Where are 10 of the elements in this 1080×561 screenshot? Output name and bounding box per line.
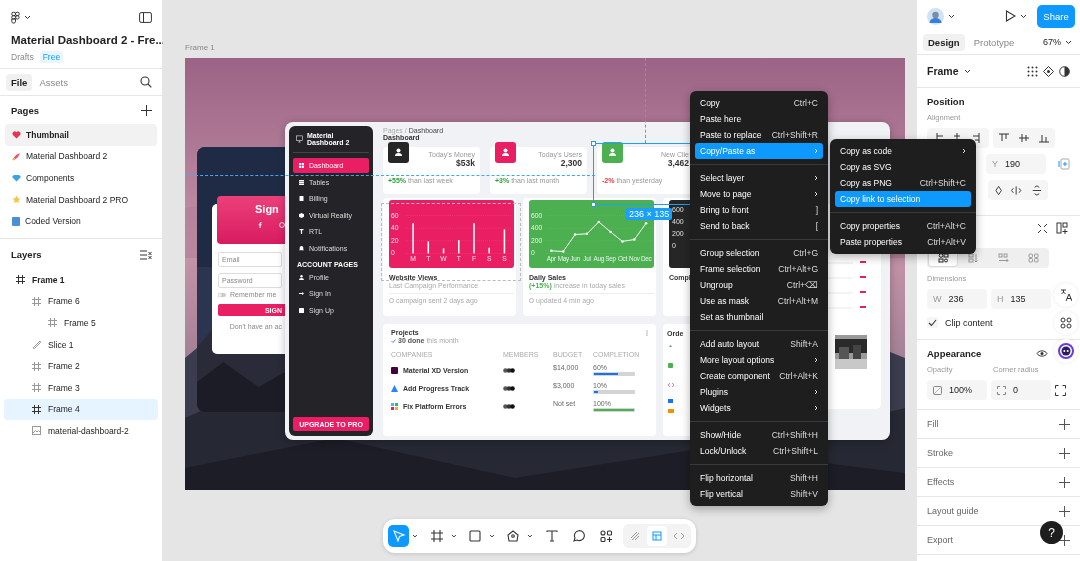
section-heading: Position <box>927 96 966 107</box>
shortcut-label: Ctrl+Shift+C <box>919 178 966 188</box>
shortcut-label: Ctrl+Alt+V <box>927 237 966 247</box>
section-heading: Layers <box>11 249 42 261</box>
section-heading: Appearance <box>927 348 982 359</box>
shortcut-label: Shift+V <box>790 489 818 499</box>
shortcut-label: Ctrl+Alt+C <box>926 221 966 231</box>
plan-badge: Free <box>39 51 64 63</box>
section-heading: Pages <box>11 104 39 116</box>
checkbox-label: Clip content <box>945 317 993 328</box>
